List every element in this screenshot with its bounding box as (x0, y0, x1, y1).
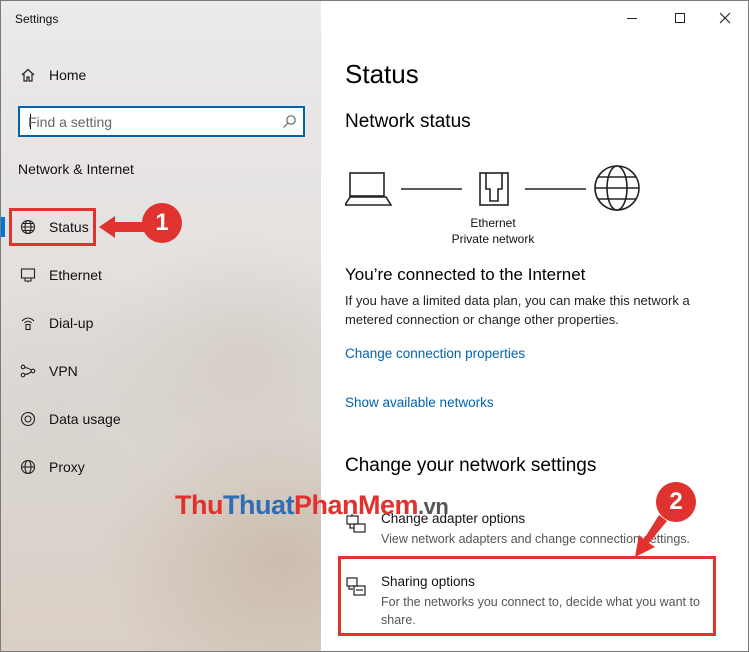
watermark-part: Thuat (222, 490, 295, 520)
sidebar-item-label: Data usage (49, 411, 121, 427)
sidebar-item-data-usage[interactable]: Data usage (1, 399, 321, 439)
window-title: Settings (15, 12, 59, 26)
change-connection-properties-link[interactable]: Change connection properties (345, 346, 525, 361)
minimize-button[interactable] (621, 7, 643, 29)
watermark: ThuThuatPhanMem.vn (175, 490, 449, 521)
maximize-button[interactable] (669, 7, 691, 29)
sidebar-item-label: Home (49, 67, 87, 83)
change-settings-heading: Change your network settings (345, 455, 597, 476)
sidebar-item-dialup[interactable]: Dial-up (1, 303, 321, 343)
step-badge-1: 1 (142, 203, 182, 243)
search-input[interactable] (20, 108, 270, 135)
sidebar: Settings Home Network & Internet Status (1, 1, 321, 651)
page-title: Status (345, 59, 419, 89)
network-status-heading: Network status (345, 111, 471, 132)
connected-description: If you have a limited data plan, you can… (345, 293, 690, 327)
selection-indicator (1, 217, 5, 237)
globe-icon (19, 458, 37, 476)
settings-window: Settings Home Network & Internet Status (0, 0, 749, 652)
sidebar-item-label: Ethernet (49, 267, 102, 283)
sidebar-item-home[interactable]: Home (1, 55, 321, 95)
highlight-box-status (9, 208, 96, 246)
watermark-part: .vn (418, 494, 449, 519)
sidebar-item-label: VPN (49, 363, 78, 379)
step-badge-2: 2 (656, 482, 696, 522)
sidebar-item-vpn[interactable]: VPN (1, 351, 321, 391)
ethernet-icon (479, 172, 509, 206)
dialup-icon (19, 314, 37, 332)
highlight-box-sharing (338, 556, 716, 636)
close-button[interactable] (714, 7, 736, 29)
ethernet-icon (19, 266, 37, 284)
sidebar-item-label: Proxy (49, 459, 85, 475)
connected-heading: You’re connected to the Internet (345, 265, 586, 284)
search-box[interactable] (18, 106, 305, 137)
laptop-icon (345, 172, 393, 206)
sidebar-item-ethernet[interactable]: Ethernet (1, 255, 321, 295)
vpn-icon (19, 362, 37, 380)
sidebar-item-label: Dial-up (49, 315, 94, 331)
internet-globe-icon (594, 165, 640, 211)
network-type: Private network (451, 232, 535, 246)
watermark-part: Thu (175, 490, 223, 520)
section-title: Network & Internet (18, 161, 134, 177)
data-usage-icon (19, 410, 37, 428)
sidebar-item-proxy[interactable]: Proxy (1, 447, 321, 487)
arrow-annotation (99, 216, 145, 238)
adapter-name: Ethernet (470, 216, 516, 230)
search-icon[interactable] (282, 114, 297, 134)
home-icon (19, 66, 37, 84)
show-available-networks-link[interactable]: Show available networks (345, 395, 494, 410)
watermark-part: PhanMem (293, 490, 419, 520)
main-panel: Status Network status Ethernet Private n… (321, 1, 748, 651)
